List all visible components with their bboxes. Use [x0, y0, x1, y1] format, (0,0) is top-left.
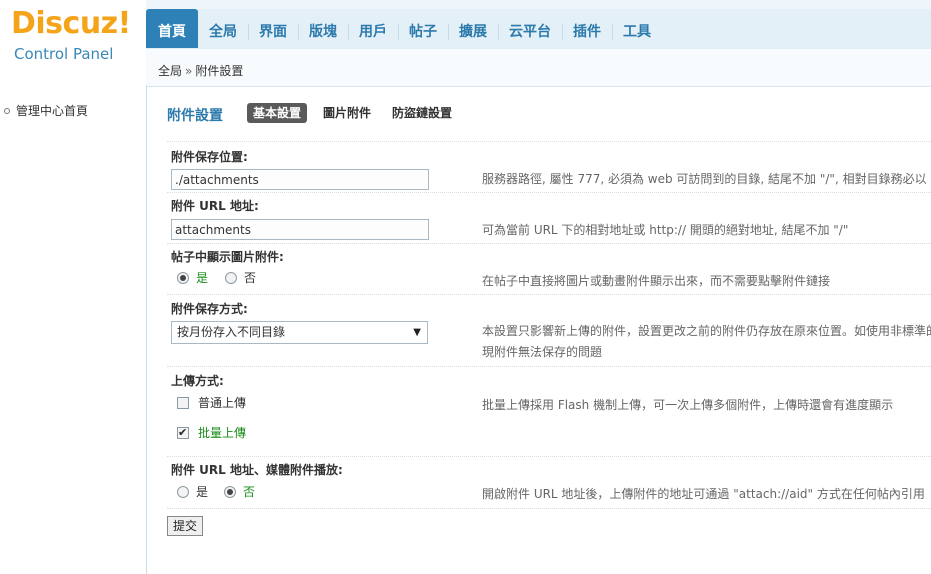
show-image-no-option[interactable]: 否 [225, 270, 256, 286]
logo[interactable]: Discuz! Control Panel [0, 0, 146, 80]
main-content: 附件設置 基本設置 圖片附件 防盜鏈設置 附件保存位置: 服務器路徑, 屬性 7… [147, 85, 931, 574]
nav-item-cloud[interactable]: 云平台 [498, 9, 562, 48]
breadcrumb: 全局» 附件設置 [158, 62, 243, 79]
page-title: 附件設置 [167, 108, 223, 124]
upload-mode-tip: 批量上傳採用 Flash 機制上傳，可一次上傳多個附件，上傳時還會有進度顯示 [482, 398, 894, 412]
setting-upload-mode: 上傳方式: 普通上傳 批量上傳 批量上傳採用 Flash 機制上傳，可一次上傳多… [167, 366, 931, 457]
setting-attachment-url: 附件 URL 地址: 可為當前 URL 下的相對地址或 http:// 開頭的絕… [167, 192, 931, 244]
divider [167, 508, 931, 509]
breadcrumb-current: 附件設置 [195, 64, 244, 78]
media-url-yes-option[interactable]: 是 [177, 484, 208, 500]
tab-image-attachments[interactable]: 圖片附件 [317, 103, 377, 123]
upload-batch-option[interactable]: 批量上傳 [177, 425, 246, 441]
show-image-no-label: 否 [244, 271, 257, 285]
setting-save-path: 附件保存位置: 服務器路徑, 屬性 777, 必須為 web 可訪問到的目錄, … [167, 141, 931, 193]
save-path-tip: 服務器路徑, 屬性 777, 必須為 web 可訪問到的目錄, 結尾不加 "/"… [482, 172, 927, 186]
upload-normal-option[interactable]: 普通上傳 [177, 395, 246, 411]
nav-menu: 首頁 全局 界面 版塊 用戶 帖子 擴展 云平台 插件 工具 [146, 9, 662, 48]
media-url-yes-label: 是 [196, 485, 209, 499]
save-path-label: 附件保存位置: [171, 150, 248, 164]
nav-item-global[interactable]: 全局 [198, 9, 248, 48]
save-mode-select[interactable]: 按月份存入不同目錄 ▼ [171, 321, 428, 344]
logo-word: Discuz [11, 6, 118, 41]
logo-wordmark: Discuz! [11, 6, 131, 42]
save-mode-label: 附件保存方式: [171, 302, 248, 316]
nav-item-tools[interactable]: 工具 [612, 9, 662, 48]
media-url-no-option[interactable]: 否 [224, 484, 255, 500]
media-url-tip: 開啟附件 URL 地址後，上傳附件的地址可通過 "attach://aid" 方… [482, 487, 925, 501]
upload-batch-label: 批量上傳 [198, 426, 247, 440]
attachment-url-label: 附件 URL 地址: [171, 199, 259, 213]
nav-item-extend[interactable]: 擴展 [448, 9, 498, 48]
sidebar: 管理中心首頁 [0, 85, 147, 574]
top-navigation: 首頁 全局 界面 版塊 用戶 帖子 擴展 云平台 插件 工具 [146, 0, 931, 49]
save-mode-selected-value: 按月份存入不同目錄 [177, 325, 286, 339]
nav-item-forums[interactable]: 版塊 [298, 9, 348, 48]
nav-item-interface[interactable]: 界面 [248, 9, 298, 48]
sidebar-item-label: 管理中心首頁 [16, 104, 89, 118]
save-path-input[interactable] [171, 169, 429, 190]
nav-item-plugins[interactable]: 插件 [562, 9, 612, 48]
breadcrumb-separator: » [185, 64, 193, 78]
setting-show-image: 帖子中顯示圖片附件: 是 否 在帖子中直接將圖片或動畫附件顯示出來，而不需要點擊… [167, 243, 931, 295]
logo-bang: ! [117, 6, 132, 41]
logo-subtitle: Control Panel [14, 45, 114, 63]
save-mode-tip-line2: 現附件無法保存的問題 [482, 345, 603, 359]
show-image-tip: 在帖子中直接將圖片或動畫附件顯示出來，而不需要點擊附件鏈接 [482, 274, 831, 288]
upload-normal-label: 普通上傳 [198, 396, 247, 410]
radio-selected-icon[interactable] [177, 271, 189, 284]
media-url-label: 附件 URL 地址、媒體附件播放: [171, 463, 343, 477]
upload-mode-label: 上傳方式: [171, 374, 224, 388]
show-image-yes-label: 是 [196, 271, 209, 285]
setting-media-url: 附件 URL 地址、媒體附件播放: 是 否 開啟附件 URL 地址後，上傳附件的… [167, 456, 931, 509]
checkbox-unchecked-icon[interactable] [177, 396, 189, 409]
attachment-url-tip: 可為當前 URL 下的相對地址或 http:// 開頭的絕對地址, 結尾不加 "… [482, 223, 849, 237]
tab-anti-leech[interactable]: 防盜鏈設置 [386, 103, 458, 123]
radio-unselected-icon[interactable] [225, 271, 237, 284]
nav-item-users[interactable]: 用戶 [348, 9, 398, 48]
nav-item-posts[interactable]: 帖子 [398, 9, 448, 48]
setting-save-mode: 附件保存方式: 按月份存入不同目錄 ▼ 本設置只影響新上傳的附件，設置更改之前的… [167, 294, 931, 367]
dropdown-arrow-icon: ▼ [413, 327, 421, 338]
radio-selected-icon[interactable] [224, 485, 236, 498]
show-image-label: 帖子中顯示圖片附件: [171, 250, 284, 264]
nav-item-home[interactable]: 首頁 [146, 9, 198, 48]
bullet-icon [4, 107, 10, 114]
submit-button[interactable]: 提交 [167, 516, 204, 536]
media-url-no-label: 否 [243, 485, 256, 499]
sidebar-item-admin-home[interactable]: 管理中心首頁 [4, 102, 88, 119]
save-mode-tip-line1: 本設置只影響新上傳的附件，設置更改之前的附件仍存放在原來位置。如使用非標準的 [482, 324, 931, 338]
header: Discuz! Control Panel 首頁 全局 界面 版塊 用戶 帖子 … [0, 0, 931, 87]
tab-basic-settings[interactable]: 基本設置 [247, 103, 308, 123]
radio-unselected-icon[interactable] [177, 485, 189, 498]
breadcrumb-root[interactable]: 全局 [158, 64, 182, 78]
breadcrumb-bar: 全局» 附件設置 [146, 48, 931, 87]
show-image-yes-option[interactable]: 是 [177, 270, 208, 286]
attachment-url-input[interactable] [171, 219, 429, 240]
checkbox-checked-icon[interactable] [177, 425, 189, 441]
